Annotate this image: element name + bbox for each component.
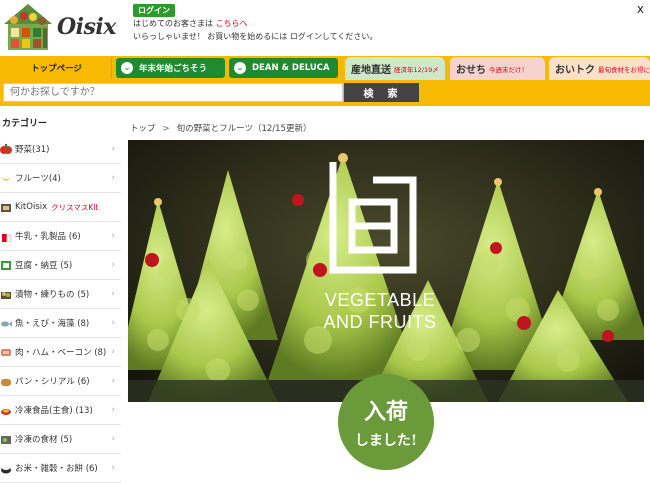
bread-icon xyxy=(1,378,11,386)
sidebar-item-pickles[interactable]: 漬物・練りもの (5) › xyxy=(0,280,121,309)
sidebar-item-label: お米・雑穀・お餅 (6) xyxy=(15,464,98,474)
tofu-icon xyxy=(1,260,11,270)
sidebar-item-tofu[interactable]: 豆腐・納豆 (5) › xyxy=(0,251,121,280)
tab-label: 年末年始ごちそう xyxy=(139,64,208,74)
sidebar-item-label: 豆腐・納豆 (5) xyxy=(15,261,73,271)
tab-label: 産地直送 xyxy=(351,65,391,76)
oisix-logo-icon[interactable] xyxy=(2,2,54,52)
chevron-right-icon: › xyxy=(111,347,115,357)
chevron-right-icon: › xyxy=(111,231,115,241)
sidebar-item-label: 野菜(31) xyxy=(15,145,50,155)
sidebar-item-label: KitOisix xyxy=(15,202,48,212)
arrival-badge-line-2: しました! xyxy=(354,433,418,449)
chevron-right-icon: › xyxy=(111,173,115,183)
sidebar-item-vegetables[interactable]: 野菜(31) › xyxy=(0,135,121,164)
sidebar-item-bread[interactable]: パン・シリアル (6) › xyxy=(0,367,121,396)
tab-note: 経済年12/19〆 xyxy=(394,65,439,74)
breadcrumb-home[interactable]: トップ xyxy=(130,124,156,134)
arrival-badge-line-1: 入荷 xyxy=(363,399,408,425)
close-icon[interactable]: x xyxy=(637,2,644,16)
chevron-right-icon: › xyxy=(111,434,115,444)
tab-label: DEAN & DELUCA xyxy=(252,63,330,73)
frozen-ingredient-icon xyxy=(1,435,11,444)
chevron-right-icon: › xyxy=(111,376,115,386)
banner-line-2: AND FRUITS xyxy=(323,312,437,332)
chevron-right-icon: › xyxy=(111,318,115,328)
search-button[interactable]: 検 索 xyxy=(344,83,419,102)
frozen-meal-icon xyxy=(1,408,11,415)
chevron-right-icon: › xyxy=(111,289,115,299)
seasonal-banner[interactable]: VEGETABLE AND FRUITS xyxy=(128,140,644,402)
tab-label: おいトク xyxy=(555,65,595,76)
banana-icon xyxy=(1,175,11,181)
breadcrumb-current: 旬の野菜とフルーツ（12/15更新） xyxy=(176,124,312,134)
sidebar-item-label: 漬物・練りもの (5) xyxy=(15,290,90,300)
welcome-prefix: いらっしゃいませ！ お買い物を始めるには xyxy=(133,32,288,41)
tab-osechi[interactable]: おせち 今週末だけ！ xyxy=(450,57,545,80)
welcome-message: いらっしゃいませ！ お買い物を始めるには ログインしてください。 xyxy=(133,31,377,42)
tab-note: 最旬食材をお得に xyxy=(598,65,650,74)
sidebar-item-kitoisix[interactable]: KitOisix クリスマスKit xyxy=(0,193,121,222)
tab-direct-from-farm[interactable]: 産地直送 経済年12/19〆 xyxy=(345,57,445,80)
breadcrumb: トップ > 旬の野菜とフルーツ（12/15更新） xyxy=(130,122,311,134)
sidebar-item-dairy[interactable]: 牛乳・乳製品 (6) › xyxy=(0,222,121,251)
breadcrumb-separator: > xyxy=(162,124,170,134)
welcome-login-link[interactable]: ログイン xyxy=(290,32,322,41)
category-sidebar: カテゴリー 野菜(31) › フルーツ(4) › KitOisix クリスマスK… xyxy=(0,114,121,483)
banner-line-1: VEGETABLE xyxy=(324,290,436,310)
first-time-message: はじめてのお客さまは こちらへ xyxy=(133,18,248,29)
first-time-link[interactable]: こちらへ xyxy=(216,19,248,28)
welcome-suffix: してください。 xyxy=(321,32,378,41)
sidebar-item-frozen-ingredients[interactable]: 冷凍の食材 (5) › xyxy=(0,425,121,454)
tab-label: おせち xyxy=(456,65,486,76)
fish-icon xyxy=(1,320,12,327)
chevron-right-icon: › xyxy=(111,260,115,270)
pickles-icon xyxy=(1,291,11,299)
sidebar-item-label: 牛乳・乳製品 (6) xyxy=(15,232,81,242)
tab-top-page[interactable]: トップページ xyxy=(2,58,112,78)
chevron-down-icon: ⌄ xyxy=(234,62,246,74)
site-header: Oisix ログイン はじめてのお客さまは こちらへ いらっしゃいませ！ お買い… xyxy=(0,0,650,56)
kit-icon xyxy=(1,203,11,212)
sidebar-item-fish[interactable]: 魚・えび・海藻 (8) › xyxy=(0,309,121,338)
sidebar-item-label: パン・シリアル (6) xyxy=(15,377,90,387)
sidebar-item-meat[interactable]: 肉・ハム・ベーコン (8) › xyxy=(0,338,121,367)
arrival-badge[interactable]: 入荷 しました! xyxy=(338,374,434,470)
romanesco-photo xyxy=(128,140,644,402)
milk-icon xyxy=(2,233,12,242)
sidebar-item-label: 魚・えび・海藻 (8) xyxy=(15,319,90,329)
first-time-text: はじめてのお客さまは xyxy=(133,19,213,28)
search-input[interactable] xyxy=(3,83,343,102)
sidebar-item-rice[interactable]: お米・雑穀・お餅 (6) › xyxy=(0,454,121,483)
category-title: カテゴリー xyxy=(2,119,48,129)
chevron-right-icon: › xyxy=(111,405,115,415)
login-button[interactable]: ログイン xyxy=(133,4,175,17)
tab-note: 今週末だけ！ xyxy=(489,65,528,74)
tab-dean-deluca[interactable]: ⌄ DEAN & DELUCA xyxy=(229,58,338,78)
chevron-right-icon: › xyxy=(111,144,115,154)
sidebar-item-fruits[interactable]: フルーツ(4) › xyxy=(0,164,121,193)
banner-footer: 入荷 しました! xyxy=(128,374,644,474)
sidebar-item-label: 冷凍の食材 (5) xyxy=(15,435,73,445)
tab-year-end-feast[interactable]: ⌄ 年末年始ごちそう xyxy=(116,58,225,78)
christmas-kit-badge: クリスマスKit xyxy=(51,202,99,212)
meat-icon xyxy=(1,348,11,356)
sidebar-item-label: 冷凍食品(主食) (13) xyxy=(15,406,93,416)
chevron-down-icon: ⌄ xyxy=(121,62,133,74)
rice-icon xyxy=(1,465,11,473)
sidebar-item-label: 肉・ハム・ベーコン (8) xyxy=(15,348,107,358)
chevron-right-icon: › xyxy=(111,463,115,473)
vegetable-icon xyxy=(0,143,12,154)
sidebar-item-frozen-meals[interactable]: 冷凍食品(主食) (13) › xyxy=(0,396,121,425)
tab-oitoku[interactable]: おいトク 最旬食材をお得に xyxy=(549,57,650,80)
sidebar-item-label: フルーツ(4) xyxy=(15,174,61,184)
brand-name[interactable]: Oisix xyxy=(57,14,116,40)
